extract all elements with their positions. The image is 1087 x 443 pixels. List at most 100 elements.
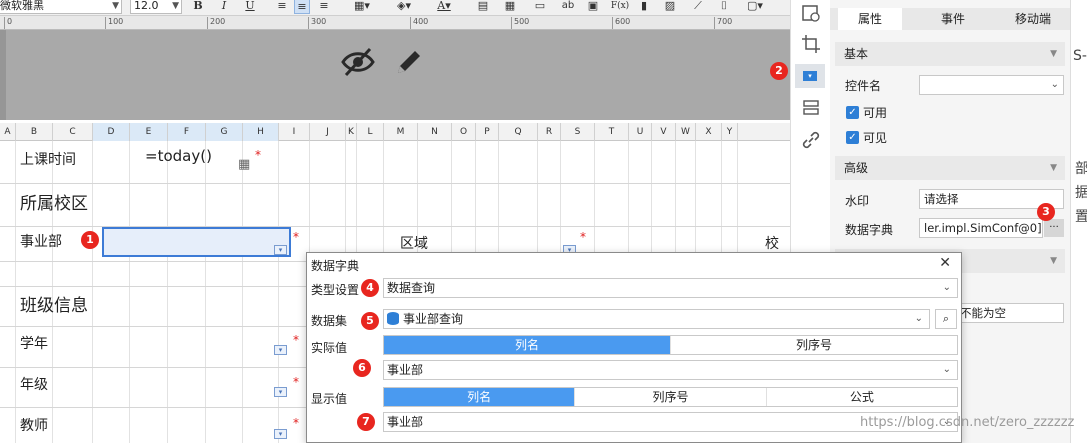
picture-icon[interactable]: ▨ (662, 0, 678, 14)
chevron-down-icon: ⌄ (1050, 79, 1059, 90)
validation-input[interactable]: 不能为空 (955, 303, 1064, 323)
font-color-icon[interactable]: A▾ (430, 0, 458, 14)
dropdown-icon[interactable]: ▾ (274, 387, 287, 397)
fill-color-icon[interactable]: ◈▾ (390, 0, 418, 14)
column-header: ABCDEFGHIJKLMNOPQRSTUVWXY (0, 123, 790, 141)
required-mark: * (293, 230, 299, 244)
text-tool-button[interactable]: ab (558, 0, 578, 14)
more-icon[interactable]: ▢▾ (742, 0, 768, 14)
font-size-value: 12.0 (134, 0, 159, 12)
font-name-select[interactable]: 微软雅黑 ▼ (0, 0, 122, 14)
section-advanced[interactable]: 高级 ▼ (835, 156, 1065, 180)
eye-off-icon[interactable] (340, 46, 376, 78)
column-header-cell[interactable]: Q (499, 123, 538, 141)
column-header-cell[interactable]: F (168, 123, 206, 141)
section-basic[interactable]: 基本 ▼ (835, 42, 1065, 66)
table-icon[interactable]: ▦ (502, 0, 518, 14)
actual-mode-column-index[interactable]: 列序号 (671, 336, 957, 354)
dropdown-icon[interactable]: ▾ (274, 429, 287, 439)
grid-line (167, 141, 168, 443)
column-header-cell[interactable]: C (53, 123, 93, 141)
column-header-cell[interactable]: A (0, 123, 16, 141)
database-icon (387, 312, 399, 325)
column-header-cell[interactable]: O (452, 123, 476, 141)
close-icon[interactable]: ✕ (939, 255, 951, 271)
column-header-cell[interactable]: U (629, 123, 652, 141)
column-header-cell[interactable]: V (652, 123, 676, 141)
badge-5: 5 (361, 312, 379, 330)
pencil-icon[interactable] (393, 46, 425, 78)
toolbar: 微软雅黑 ▼ 12.0 ▼ B I U ≡ ≡ ≡ ▦▾ ◈▾ A▾ ▤ ▦ ▭ a… (0, 0, 790, 16)
preview-dataset-icon[interactable]: ⌕ (935, 309, 957, 329)
tab-events[interactable]: 事件 (918, 8, 988, 30)
align-center-icon[interactable]: ≡ (294, 0, 310, 14)
ruler-tick: 500 (511, 17, 529, 29)
dict-input[interactable]: ler.impl.SimConf@0]] (919, 218, 1043, 238)
column-header-cell[interactable]: E (130, 123, 168, 141)
dict-more-button[interactable]: ··· (1044, 219, 1064, 237)
tab-mobile[interactable]: 移动端 (998, 8, 1068, 30)
image-icon[interactable]: ▣ (585, 0, 601, 14)
column-header-cell[interactable]: J (310, 123, 346, 141)
font-name-value: 微软雅黑 (0, 0, 44, 12)
display-mode-formula[interactable]: 公式 (767, 388, 957, 406)
label-school-year: 学年 (20, 336, 48, 352)
type-select[interactable]: 数据查询 ⌄ (383, 278, 958, 298)
calendar-icon[interactable]: ▦ (238, 157, 250, 172)
widget-settings-tab[interactable]: ▾ (795, 64, 825, 88)
required-mark: * (580, 230, 586, 244)
column-header-cell[interactable]: K (346, 123, 357, 141)
chevron-down-icon: ⌄ (914, 313, 923, 324)
border-icon[interactable]: ▦▾ (348, 0, 376, 14)
division-input-cell[interactable] (102, 227, 291, 257)
column-header-cell[interactable]: I (279, 123, 310, 141)
column-header-cell[interactable]: D (93, 123, 130, 141)
column-header-cell[interactable]: B (16, 123, 53, 141)
column-header-cell[interactable]: M (384, 123, 418, 141)
link-icon[interactable] (801, 130, 821, 150)
display-mode-column-name[interactable]: 列名 (384, 388, 576, 406)
column-header-cell[interactable]: R (538, 123, 561, 141)
font-size-select[interactable]: 12.0 ▼ (130, 0, 182, 14)
visible-checkbox[interactable]: ✓ (846, 131, 859, 144)
dropdown-icon[interactable]: ▾ (274, 245, 287, 255)
actual-mode-column-name[interactable]: 列名 (384, 336, 671, 354)
column-header-cell[interactable]: P (476, 123, 499, 141)
column-header-cell[interactable]: L (357, 123, 384, 141)
insert-row-icon[interactable]: ▭ (532, 0, 548, 14)
column-header-cell[interactable]: T (595, 123, 629, 141)
column-header-cell[interactable]: X (696, 123, 722, 141)
italic-button[interactable]: I (216, 0, 232, 14)
dropdown-icon[interactable]: ▾ (274, 345, 287, 355)
column-header-cell[interactable]: S (561, 123, 595, 141)
bold-button[interactable]: B (190, 0, 206, 14)
widget-name-input[interactable]: ⌄ (919, 75, 1064, 95)
label-campus: 所属校区 (20, 194, 88, 214)
cell-properties-icon[interactable] (801, 4, 821, 24)
crop-icon[interactable] (801, 34, 821, 54)
display-mode-column-index[interactable]: 列序号 (575, 388, 767, 406)
display-mode-toggle[interactable]: 列名 列序号 公式 (383, 387, 958, 407)
column-header-cell[interactable]: W (676, 123, 696, 141)
dataset-select[interactable]: 事业部查询 ⌄ (383, 309, 930, 329)
underline-button[interactable]: U (242, 0, 258, 14)
chart-icon[interactable]: ▮ (636, 0, 652, 14)
merge-icon[interactable]: ▤ (475, 0, 491, 14)
actual-value-select[interactable]: 事业部 ⌄ (383, 360, 958, 380)
class-time-formula[interactable]: =today() (145, 147, 212, 165)
formatting-icon[interactable]: ⌷ (716, 0, 732, 14)
layout-icon[interactable] (801, 98, 821, 118)
column-header-cell[interactable]: N (418, 123, 452, 141)
chevron-down-icon: ⌄ (942, 364, 951, 375)
actual-mode-toggle[interactable]: 列名 列序号 (383, 335, 958, 355)
tab-properties[interactable]: 属性 (838, 8, 902, 30)
column-header-cell[interactable]: H (243, 123, 279, 141)
align-right-icon[interactable]: ≡ (316, 0, 332, 14)
formula-button[interactable]: F(x) (610, 0, 630, 14)
slash-icon[interactable]: ⟋ (690, 0, 706, 14)
column-header-cell[interactable]: G (206, 123, 243, 141)
column-header-cell[interactable]: Y (722, 123, 738, 141)
partial-text: 部 (1075, 158, 1087, 178)
align-left-icon[interactable]: ≡ (274, 0, 290, 14)
enabled-checkbox[interactable]: ✓ (846, 106, 859, 119)
